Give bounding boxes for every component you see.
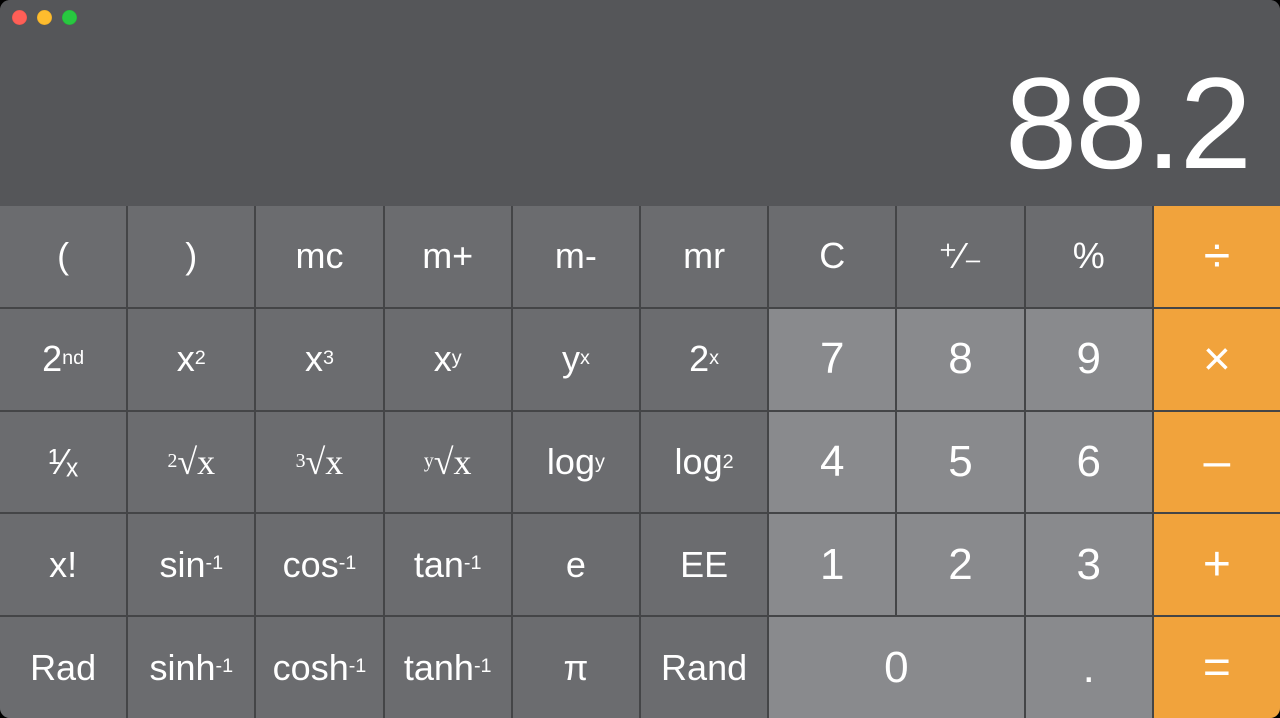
clear-button[interactable]: C [769, 206, 895, 307]
factorial-button[interactable]: x! [0, 514, 126, 615]
ee-button[interactable]: EE [641, 514, 767, 615]
multiply-button[interactable]: × [1154, 309, 1280, 410]
percent-button[interactable]: % [1026, 206, 1152, 307]
acos-button[interactable]: cos-1 [256, 514, 382, 615]
reciprocal-button[interactable]: ¹⁄ₓ [0, 412, 126, 513]
log2-button[interactable]: log2 [641, 412, 767, 513]
rparen-button[interactable]: ) [128, 206, 254, 307]
minus-button[interactable]: – [1154, 412, 1280, 513]
calculator-window: 88.2 ( ) mc m+ m- mr C ⁺⁄₋ % ÷ 2nd x2 x3… [0, 0, 1280, 718]
plus-button[interactable]: + [1154, 514, 1280, 615]
digit-2-button[interactable]: 2 [897, 514, 1023, 615]
window-controls [12, 10, 77, 25]
e-button[interactable]: e [513, 514, 639, 615]
digit-3-button[interactable]: 3 [1026, 514, 1152, 615]
rand-button[interactable]: Rand [641, 617, 767, 718]
asinh-button[interactable]: sinh-1 [128, 617, 254, 718]
minimize-icon[interactable] [37, 10, 52, 25]
logy-button[interactable]: logy [513, 412, 639, 513]
asin-button[interactable]: sin-1 [128, 514, 254, 615]
display-area: 88.2 [0, 0, 1280, 206]
digit-4-button[interactable]: 4 [769, 412, 895, 513]
digit-0-button[interactable]: 0 [769, 617, 1023, 718]
cbrt-button[interactable]: 3√x [256, 412, 382, 513]
sqrt-button[interactable]: 2√x [128, 412, 254, 513]
yroot-button[interactable]: y√x [385, 412, 511, 513]
x-pow-y-button[interactable]: xy [385, 309, 511, 410]
digit-7-button[interactable]: 7 [769, 309, 895, 410]
decimal-button[interactable]: . [1026, 617, 1152, 718]
divide-button[interactable]: ÷ [1154, 206, 1280, 307]
mplus-button[interactable]: m+ [385, 206, 511, 307]
zoom-icon[interactable] [62, 10, 77, 25]
digit-9-button[interactable]: 9 [1026, 309, 1152, 410]
acosh-button[interactable]: cosh-1 [256, 617, 382, 718]
digit-5-button[interactable]: 5 [897, 412, 1023, 513]
atan-button[interactable]: tan-1 [385, 514, 511, 615]
digit-8-button[interactable]: 8 [897, 309, 1023, 410]
atanh-button[interactable]: tanh-1 [385, 617, 511, 718]
pi-button[interactable]: π [513, 617, 639, 718]
mr-button[interactable]: mr [641, 206, 767, 307]
display-value: 88.2 [1005, 58, 1280, 206]
mc-button[interactable]: mc [256, 206, 382, 307]
digit-1-button[interactable]: 1 [769, 514, 895, 615]
mminus-button[interactable]: m- [513, 206, 639, 307]
x-squared-button[interactable]: x2 [128, 309, 254, 410]
second-button[interactable]: 2nd [0, 309, 126, 410]
two-pow-x-button[interactable]: 2x [641, 309, 767, 410]
lparen-button[interactable]: ( [0, 206, 126, 307]
close-icon[interactable] [12, 10, 27, 25]
digit-6-button[interactable]: 6 [1026, 412, 1152, 513]
keypad: ( ) mc m+ m- mr C ⁺⁄₋ % ÷ 2nd x2 x3 xy y… [0, 206, 1280, 718]
equals-button[interactable]: = [1154, 617, 1280, 718]
rad-button[interactable]: Rad [0, 617, 126, 718]
negate-button[interactable]: ⁺⁄₋ [897, 206, 1023, 307]
x-cubed-button[interactable]: x3 [256, 309, 382, 410]
y-pow-x-button[interactable]: yx [513, 309, 639, 410]
